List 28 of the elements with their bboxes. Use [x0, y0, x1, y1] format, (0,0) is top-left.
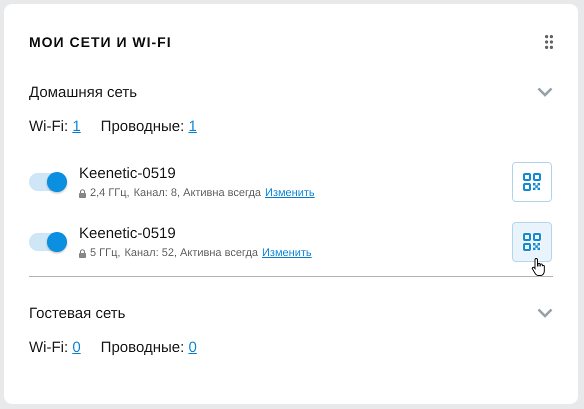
drag-handle-icon[interactable]	[545, 35, 553, 49]
wired-label: Проводные:	[100, 338, 184, 356]
network-details: Канал: 52, Активна всегда	[124, 247, 258, 259]
hand-cursor-icon	[531, 257, 547, 277]
wifi-count-link[interactable]: 0	[72, 338, 81, 356]
qr-code-icon	[523, 233, 541, 251]
chevron-down-icon[interactable]	[537, 308, 553, 318]
lock-icon	[79, 188, 86, 198]
edit-link[interactable]: Изменить	[262, 247, 312, 259]
band-text: 5 ГГц,	[90, 247, 120, 259]
wifi-count-link[interactable]: 1	[72, 118, 81, 134]
qr-code-button[interactable]	[512, 162, 552, 202]
edit-link[interactable]: Изменить	[265, 187, 315, 199]
wired-label: Проводные:	[100, 118, 184, 134]
lock-icon	[79, 248, 86, 258]
network-name: Keenetic-0519	[79, 225, 177, 242]
wired-count-link[interactable]: 1	[188, 118, 197, 134]
network-details: Канал: 8, Активна всегда	[134, 187, 262, 199]
chevron-down-icon[interactable]	[537, 87, 553, 97]
network-name: Keenetic-0519	[79, 165, 177, 182]
qr-code-icon	[523, 173, 541, 191]
section-title: Домашняя сеть	[29, 84, 138, 100]
section-title: Гостевая сеть	[29, 304, 126, 322]
wifi-label: Wi-Fi:	[29, 118, 68, 134]
card-title: МОИ СЕТИ И WI-FI	[29, 34, 172, 50]
band-text: 2,4 ГГц,	[90, 187, 130, 199]
wired-count-link[interactable]: 0	[188, 338, 197, 356]
wifi-label: Wi-Fi:	[29, 338, 68, 356]
